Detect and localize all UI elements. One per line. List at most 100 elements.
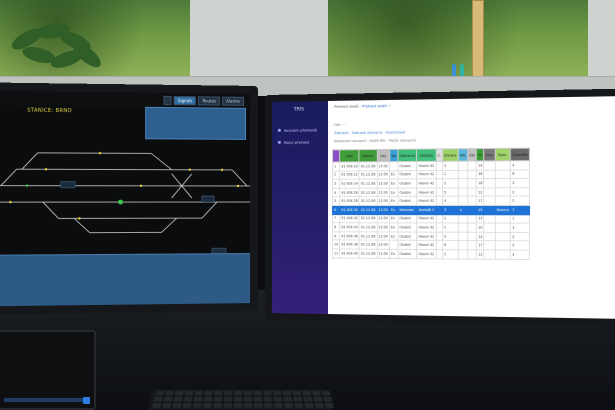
table-cell: 5 — [511, 241, 530, 250]
table-cell: 01.12.08 — [359, 179, 377, 188]
table-cell: 13:30 — [377, 214, 390, 223]
table-cell: 16 — [477, 170, 484, 179]
table-cell: 4 — [442, 197, 458, 206]
breadcrumb-prefix: Přehled vlaků · — [334, 104, 361, 108]
track-layout — [0, 122, 250, 266]
table-cell: Ex — [389, 197, 398, 206]
table-cell — [458, 161, 468, 170]
column-header[interactable] — [333, 150, 340, 162]
table-cell: Nákladní — [398, 205, 417, 214]
table-row[interactable]: 5 91 456 28 01.12.08 13:30 Ex Osobní Hlavní 42… — [333, 196, 530, 205]
table-cell: Osobní — [398, 232, 417, 241]
data-table: Vlak Datum Čas Typ Dopravce Začátek Č. Stanice O… — [332, 148, 530, 260]
table-cell: 13:30 — [377, 249, 390, 258]
keyboard-key — [264, 397, 272, 402]
table-cell: 91 456 20 — [340, 162, 360, 171]
sidebar-item-overview-list[interactable]: Seznam přehledů — [278, 127, 317, 132]
keyboard-key — [185, 391, 193, 395]
table-cell: 1 — [511, 214, 530, 223]
status-panel — [0, 253, 250, 306]
keyboard-key — [312, 391, 321, 395]
tab-signals[interactable]: Signals — [174, 96, 197, 105]
table-cell — [484, 170, 495, 179]
column-header[interactable]: Stav — [484, 148, 495, 161]
keyboard-key — [244, 391, 252, 395]
tab-routes[interactable]: Routes — [198, 96, 220, 105]
table-cell — [495, 214, 511, 223]
table-cell: 4 — [333, 188, 340, 197]
column-header[interactable]: Dopravce — [398, 149, 417, 161]
column-header[interactable]: Pr. — [477, 149, 484, 161]
column-header[interactable]: Typ — [389, 149, 398, 161]
table-cell: Osobní — [398, 241, 417, 250]
table-cell: 17 — [477, 241, 484, 250]
table-row[interactable]: 11 91 456 40 01.12.08 13:30 Ex Osobní Hlavní 4… — [333, 249, 530, 259]
table-cell: 7 — [511, 205, 530, 214]
app-sidebar: TRIS Seznam přehledů Nový přehled — [272, 101, 328, 314]
table-cell: Hlavní 42 — [417, 241, 436, 250]
table-cell: 01.12.08 — [359, 240, 377, 249]
column-header[interactable]: Stanice — [442, 149, 458, 161]
table-cell: 13:30 — [377, 223, 390, 232]
table-cell: 10 — [333, 240, 340, 249]
column-header[interactable]: Zpoždění — [511, 148, 530, 161]
tab-alarms[interactable]: Alarms — [222, 97, 244, 106]
table-cell — [495, 179, 511, 188]
play-button[interactable] — [83, 397, 90, 404]
table-row[interactable]: 4 91 456 26 01.12.08 13:30 Ex Osobní Hlavní 42… — [333, 187, 530, 196]
table-cell: 13:30 — [377, 240, 390, 249]
keyboard-key — [204, 397, 212, 402]
table-cell: Ex — [389, 214, 398, 223]
keyboard-key — [274, 397, 282, 402]
table-cell: 4 — [458, 205, 468, 214]
table-cell: 13:30 — [377, 170, 390, 179]
column-settings[interactable]: Nastavení sloupců · Uložit filtr · Počet… — [334, 138, 416, 143]
column-header[interactable]: Začátek — [417, 149, 436, 161]
table-cell: 91 456 34 — [340, 223, 360, 232]
table-cell: 01.12.08 — [359, 170, 377, 179]
table-cell — [458, 214, 468, 223]
table-cell: 91 456 22 — [340, 171, 360, 180]
table-cell — [468, 214, 477, 223]
keyboard-key — [184, 397, 193, 402]
table-row[interactable]: 6 91 456 30 01.12.08 13:30 Ex Nákladní Vedlejš… — [333, 205, 530, 214]
keyboard-key — [273, 391, 281, 395]
table-cell — [495, 170, 511, 179]
track-diagram-screen: Signals Routes Alarms STANICE: BRNO — [0, 91, 250, 306]
keyboard-key — [244, 397, 252, 402]
filter-line: Filtr: ··· — [334, 123, 346, 127]
sidebar-item-label: Seznam přehledů — [284, 127, 317, 132]
table-cell: 01.12.08 — [359, 232, 377, 241]
table-cell: Ex — [389, 249, 398, 258]
sidebar-item-new-overview[interactable]: Nový přehled — [278, 140, 309, 145]
keyboard-key — [183, 403, 192, 408]
app-brand: TRIS — [294, 107, 304, 112]
column-header[interactable]: Vlak — [340, 150, 360, 162]
column-header[interactable]: Datum — [359, 150, 377, 162]
filter-actions[interactable]: Zobrazit · Zobrazit záznamy · Exportovat — [334, 130, 405, 135]
table-cell — [468, 223, 477, 232]
keyboard-key — [284, 397, 293, 402]
column-header[interactable]: Odj. — [458, 149, 468, 161]
table-cell: 01.12.08 — [359, 214, 377, 223]
table-cell: 2 — [511, 187, 530, 196]
table-cell: 01.12.08 — [359, 162, 377, 171]
table-cell: 01.12.08 — [359, 249, 377, 258]
table-cell — [495, 188, 511, 197]
table-cell: 01.12.08 — [359, 197, 377, 206]
table-cell: 6 — [333, 205, 340, 214]
table-cell: Hlavní 42 — [417, 223, 436, 232]
tab-blank[interactable] — [164, 96, 172, 105]
keyboard-key — [294, 403, 303, 408]
column-header[interactable]: Pozn. — [495, 148, 511, 161]
keyboard-key — [322, 391, 331, 395]
breadcrumb-current[interactable]: Přehled vlaků ✓ — [362, 104, 391, 109]
column-header[interactable]: Čas — [377, 149, 390, 161]
table-cell: 12 — [477, 188, 484, 197]
table-cell — [495, 250, 511, 259]
right-monitor: TRIS Seznam přehledů Nový přehled Přehle… — [265, 88, 615, 326]
table-cell: 2 — [333, 171, 340, 180]
web-app-screen: TRIS Seznam přehledů Nový přehled Přehle… — [272, 96, 615, 319]
column-header[interactable]: Km — [468, 149, 477, 161]
keyboard-key — [165, 391, 174, 395]
